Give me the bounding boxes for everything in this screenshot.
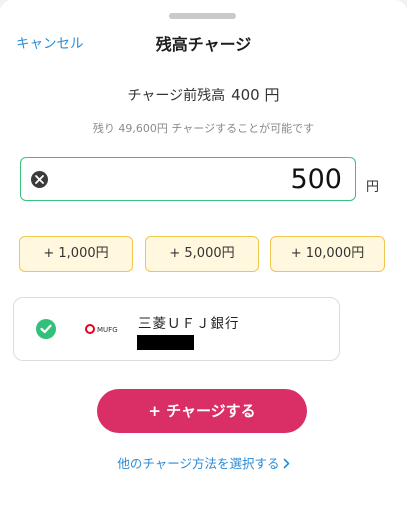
bank-name: 三菱ＵＦＪ銀行	[138, 316, 240, 332]
redacted-account-info	[137, 335, 194, 350]
quick-amount-10000-button[interactable]: + 10,000円	[270, 236, 385, 272]
page-title: 残高チャージ	[155, 35, 252, 54]
mufg-logo-icon: MUFG	[85, 324, 118, 336]
other-charge-method-label: 他のチャージ方法を選択する	[117, 456, 280, 471]
sheet-grabber[interactable]	[169, 13, 236, 19]
current-balance: チャージ前残高 400 円	[0, 84, 407, 105]
balance-amount: 400 円	[231, 86, 280, 104]
check-circle-icon	[36, 319, 56, 339]
charge-sheet: キャンセル 残高チャージ チャージ前残高 400 円 残り 49,600円 チャー…	[0, 0, 407, 511]
quick-amount-5000-button[interactable]: + 5,000円	[145, 236, 259, 272]
mufg-logo-text: MUFG	[97, 326, 118, 334]
remaining-limit-note: 残り 49,600円 チャージすることが可能です	[92, 122, 315, 135]
quick-amount-1000-button[interactable]: + 1,000円	[19, 236, 133, 272]
charge-amount-value[interactable]: 500	[290, 164, 342, 195]
other-charge-method-link[interactable]: 他のチャージ方法を選択する	[0, 453, 407, 472]
mufg-mark	[85, 324, 95, 334]
bank-account-card[interactable]: MUFG 三菱ＵＦＪ銀行	[13, 297, 340, 361]
charge-amount-input[interactable]: 500	[20, 157, 356, 201]
balance-label: チャージ前残高	[127, 88, 226, 104]
chevron-right-icon	[283, 458, 289, 469]
charge-button[interactable]: + チャージする	[97, 389, 307, 433]
amount-unit: 円	[366, 180, 380, 195]
clear-icon[interactable]	[31, 171, 48, 188]
